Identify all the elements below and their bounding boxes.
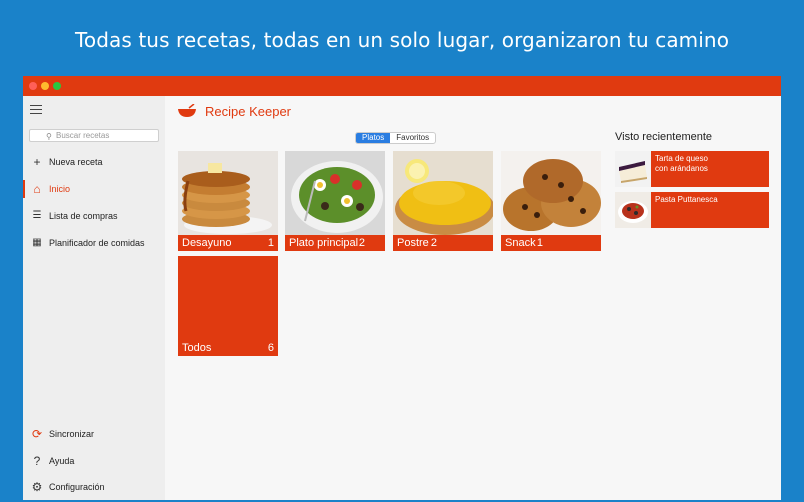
sidebar-item-label: Inicio	[49, 184, 71, 194]
plus-icon: +	[33, 155, 41, 169]
sidebar-item-new-recipe[interactable]: + Nueva receta	[23, 149, 165, 175]
category-count: 2	[430, 237, 437, 249]
menu-icon[interactable]	[30, 105, 42, 115]
salad-image	[285, 151, 385, 235]
category-tile-postre[interactable]: Postre 2	[393, 151, 493, 251]
maximize-window-button[interactable]	[53, 82, 61, 90]
pasta-thumbnail	[615, 192, 651, 228]
sidebar-item-label: Planificador de comidas	[49, 238, 145, 248]
sidebar-item-meal-planner[interactable]: ▦ Planificador de comidas	[23, 230, 165, 256]
sidebar-item-settings[interactable]: ⚙ Configuración	[23, 474, 165, 500]
sidebar-item-home[interactable]: ⌂ Inicio	[23, 176, 165, 202]
category-tile-todos[interactable]: Todos 6	[178, 256, 278, 356]
cheesecake-thumbnail	[615, 151, 651, 187]
sidebar-item-sync[interactable]: ⟳ Sincronizar	[23, 421, 165, 447]
sidebar-item-label: Configuración	[49, 482, 105, 492]
question-icon: ?	[33, 454, 41, 468]
sidebar-item-label: Sincronizar	[49, 429, 95, 439]
title-bar	[23, 76, 781, 96]
sidebar-item-help[interactable]: ? Ayuda	[23, 448, 165, 474]
cookies-image	[501, 151, 601, 235]
recent-item-title: Pasta Puttanesca	[655, 195, 718, 204]
category-count: 1	[267, 237, 274, 249]
home-icon: ⌂	[33, 182, 41, 196]
recent-item[interactable]: Pasta Puttanesca	[615, 192, 769, 228]
tab-platos[interactable]: Platos	[356, 133, 391, 143]
tab-favoritos[interactable]: Favoritos	[390, 133, 435, 143]
sidebar-item-shopping-list[interactable]: ☰ Lista de compras	[23, 203, 165, 229]
pancakes-image	[178, 151, 278, 235]
category-label: Todos	[182, 342, 212, 354]
search-placeholder: Buscar recetas	[56, 131, 110, 140]
category-label: Desayuno	[182, 237, 232, 249]
calendar-icon: ▦	[32, 237, 42, 248]
category-count: 6	[267, 342, 274, 354]
category-tile-desayuno[interactable]: Desayuno 1	[178, 151, 278, 251]
sidebar-item-label: Lista de compras	[49, 211, 118, 221]
search-input[interactable]: ⚲ Buscar recetas	[29, 129, 159, 142]
sync-icon: ⟳	[31, 427, 43, 441]
lemon-tart-image	[393, 151, 493, 235]
gear-icon: ⚙	[31, 480, 43, 494]
category-label: Postre	[397, 237, 429, 249]
recent-item-subtitle: con arándanos	[655, 164, 708, 173]
close-window-button[interactable]	[29, 82, 37, 90]
recent-item-title: Tarta de queso	[655, 154, 708, 163]
recently-viewed-heading: Visto recientemente	[615, 131, 713, 143]
app-window: ⚲ Buscar recetas + Nueva receta ⌂ Inicio…	[23, 76, 781, 500]
checklist-icon: ☰	[32, 210, 42, 221]
category-label: Snack	[505, 237, 536, 249]
search-icon: ⚲	[46, 132, 52, 141]
view-toggle: Platos Favoritos	[355, 132, 437, 144]
recent-item[interactable]: Tarta de queso con arándanos	[615, 151, 769, 187]
category-label: Plato principal	[289, 237, 359, 249]
sidebar-item-label: Ayuda	[49, 456, 75, 466]
app-title: Recipe Keeper	[205, 104, 291, 119]
category-tile-snack[interactable]: Snack 1	[501, 151, 601, 251]
sidebar-item-label: Nueva receta	[49, 157, 103, 167]
bowl-logo-icon	[178, 104, 196, 117]
category-count: 1	[536, 237, 543, 249]
sidebar: ⚲ Buscar recetas + Nueva receta ⌂ Inicio…	[23, 96, 165, 500]
minimize-window-button[interactable]	[41, 82, 49, 90]
category-tile-plato-principal[interactable]: Plato principal 2	[285, 151, 385, 251]
main-content: Recipe Keeper Platos Favoritos Desayuno …	[165, 96, 781, 500]
promo-banner: Todas tus recetas, todas en un solo luga…	[74, 28, 730, 52]
category-count: 2	[358, 237, 365, 249]
